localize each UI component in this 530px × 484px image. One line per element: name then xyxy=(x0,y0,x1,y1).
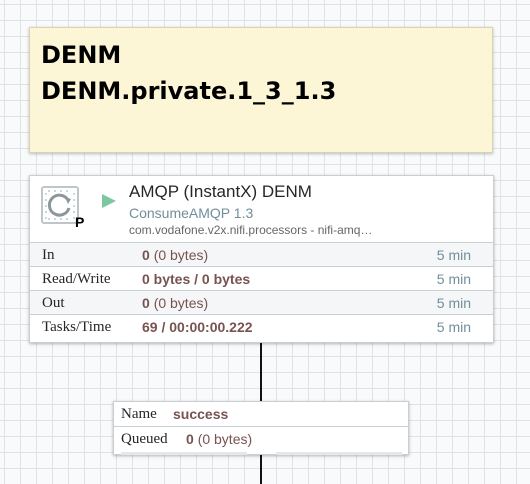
processor-component[interactable]: P AMQP (InstantX) DENM ConsumeAMQP 1.3 c… xyxy=(29,175,494,343)
stat-value: 69 / 00:00:00.222 xyxy=(142,319,253,335)
stat-value: 0 (0 bytes) xyxy=(142,295,209,311)
label-line-2: DENM.private.1_3_1.3 xyxy=(41,77,337,105)
backpressure-object-bar xyxy=(121,452,247,455)
stat-time: 5 min xyxy=(436,247,471,263)
processor-type: ConsumeAMQP 1.3 xyxy=(129,205,254,221)
stat-time: 5 min xyxy=(436,295,471,311)
processor-bundle: com.vodafone.v2x.nifi.processors - nifi-… xyxy=(129,223,373,237)
processor-icon xyxy=(41,186,79,224)
stat-label: Out xyxy=(42,295,65,311)
stat-value: 0 (0 bytes) xyxy=(142,247,209,263)
connection-line-upper[interactable] xyxy=(260,343,262,402)
connection-queued-value: 0 (0 bytes) xyxy=(186,431,253,447)
connection-name-value: success xyxy=(173,406,229,422)
connection-name-key: Name xyxy=(121,406,157,422)
stat-label: In xyxy=(42,247,55,263)
stat-time: 5 min xyxy=(436,271,471,287)
canvas-label[interactable]: DENM DENM.private.1_3_1.3 xyxy=(29,27,493,153)
processor-type-badge: P xyxy=(75,214,85,230)
processor-header: P AMQP (InstantX) DENM ConsumeAMQP 1.3 c… xyxy=(30,176,493,242)
stat-row-out: Out 0 (0 bytes) 5 min xyxy=(30,290,493,314)
stat-row-read-write: Read/Write 0 bytes / 0 bytes 5 min xyxy=(30,266,493,290)
stat-row-tasks-time: Tasks/Time 69 / 00:00:00.222 5 min xyxy=(30,314,493,338)
stat-label: Read/Write xyxy=(42,271,111,287)
connection-queued-row: Queued 0 (0 bytes) xyxy=(114,426,408,451)
connection-line-lower[interactable] xyxy=(260,455,262,484)
label-line-1: DENM xyxy=(41,41,122,69)
connection-queued-key: Queued xyxy=(121,431,168,447)
stat-value: 0 bytes / 0 bytes xyxy=(142,271,251,287)
running-icon xyxy=(102,194,116,208)
stat-time: 5 min xyxy=(436,319,471,335)
processor-name: AMQP (InstantX) DENM xyxy=(129,182,312,201)
connection-label[interactable]: Name success Queued 0 (0 bytes) xyxy=(113,401,409,455)
stat-row-in: In 0 (0 bytes) 5 min xyxy=(30,242,493,266)
stat-label: Tasks/Time xyxy=(42,319,112,335)
connection-name-row: Name success xyxy=(114,402,408,426)
backpressure-size-bar xyxy=(276,452,402,455)
